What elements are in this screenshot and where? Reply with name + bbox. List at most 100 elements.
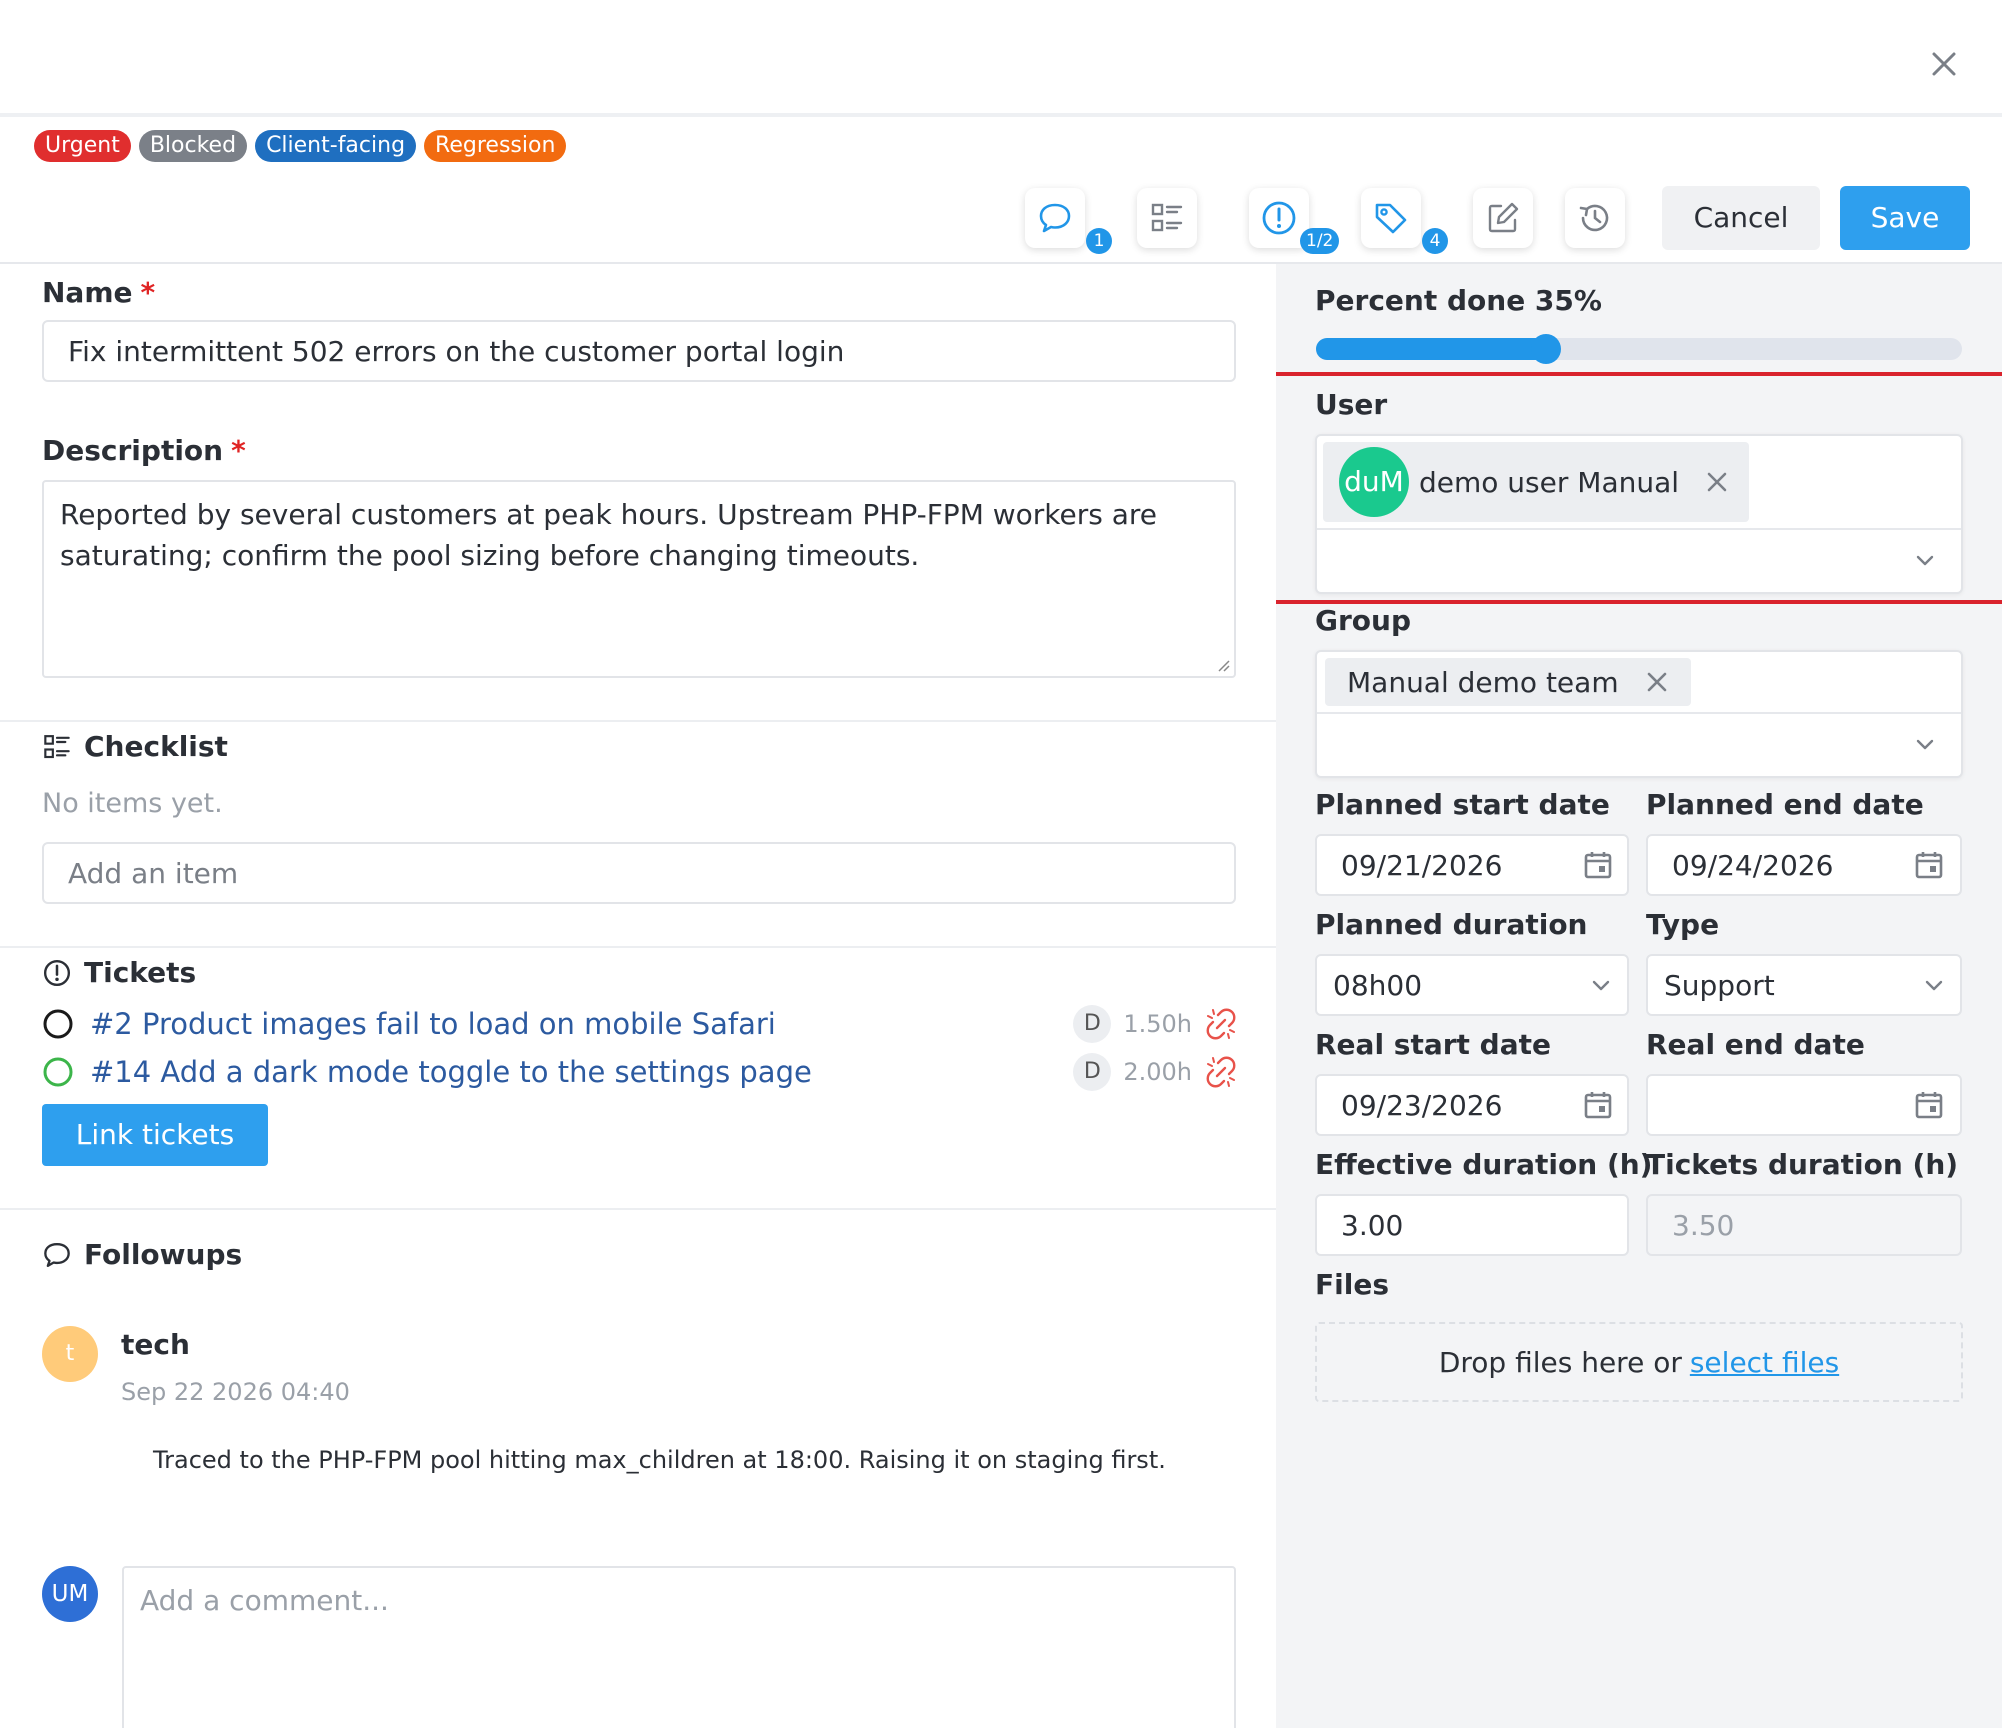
calendar-icon[interactable]: [1581, 1088, 1615, 1122]
tag-regression[interactable]: Regression: [424, 130, 567, 162]
percent-slider-handle[interactable]: [1531, 334, 1561, 364]
tickets-title-text: Tickets: [84, 956, 197, 989]
user-label: User: [1315, 388, 1388, 421]
link-tickets-button[interactable]: Link tickets: [42, 1104, 268, 1166]
checklist-title-text: Checklist: [84, 730, 228, 763]
user-avatar: duM: [1339, 447, 1409, 517]
real-start-label: Real start date: [1315, 1028, 1551, 1061]
ticket-meta: D 1.50h: [1073, 1005, 1238, 1043]
checklist-title: Checklist: [42, 730, 228, 763]
real-start-input[interactable]: 09/23/2026: [1315, 1074, 1629, 1136]
real-end-label: Real end date: [1646, 1028, 1865, 1061]
ticket-row: #2 Product images fail to load on mobile…: [42, 1004, 1238, 1044]
chevron-down-icon[interactable]: [1911, 730, 1939, 758]
tickets-duration-value: 3.50: [1672, 1208, 1735, 1242]
tag-urgent[interactable]: Urgent: [34, 130, 131, 162]
percent-done-label: Percent done 35%: [1315, 284, 1602, 317]
calendar-icon[interactable]: [1912, 1088, 1946, 1122]
planned-end-input[interactable]: 09/24/2026: [1646, 834, 1962, 896]
effective-duration-label: Effective duration (h): [1315, 1148, 1653, 1181]
followups-button[interactable]: [1025, 188, 1085, 248]
planned-end-value: 09/24/2026: [1672, 848, 1834, 882]
current-user-avatar: UM: [42, 1566, 98, 1622]
save-button[interactable]: Save: [1840, 186, 1970, 250]
followup-content: Traced to the PHP-FPM pool hitting max_c…: [153, 1446, 1166, 1474]
group-label: Group: [1315, 604, 1412, 637]
tag-client-facing[interactable]: Client-facing: [255, 130, 417, 162]
side-panel: Percent done 35% User duM demo user Manu…: [1276, 264, 2002, 1728]
cancel-button[interactable]: Cancel: [1662, 186, 1820, 250]
drop-indicator-line: [1276, 372, 2002, 376]
calendar-icon[interactable]: [1912, 848, 1946, 882]
description-textarea[interactable]: Reported by several customers at peak ho…: [42, 480, 1236, 678]
followup-date: Sep 22 2026 04:40: [121, 1378, 350, 1406]
followups-title: Followups: [42, 1238, 242, 1271]
ticket-assignee-avatar: D: [1073, 1053, 1112, 1091]
exclamation-circle-icon: [1262, 201, 1296, 235]
exclamation-circle-icon: [43, 959, 71, 986]
select-divider: [1317, 528, 1961, 530]
group-select[interactable]: Manual demo team: [1315, 650, 1963, 778]
select-files-link[interactable]: select files: [1690, 1346, 1839, 1379]
planned-start-value: 09/21/2026: [1341, 848, 1503, 882]
tag-blocked[interactable]: Blocked: [138, 130, 248, 162]
remove-group-icon[interactable]: [1641, 666, 1673, 698]
name-label: Name *: [42, 276, 155, 309]
tags-button[interactable]: [1361, 188, 1421, 248]
resize-grip-icon[interactable]: [1216, 658, 1230, 672]
name-input[interactable]: Fix intermittent 502 errors on the custo…: [42, 320, 1236, 382]
file-dropzone[interactable]: Drop files here or select files: [1315, 1322, 1963, 1402]
section-divider: [0, 946, 1276, 948]
percent-slider-track[interactable]: [1316, 334, 1962, 364]
effective-duration-input[interactable]: 3.00: [1315, 1194, 1629, 1256]
tag-list: Urgent Blocked Client-facing Regression: [34, 130, 567, 162]
checklist-add-input[interactable]: Add an item: [42, 842, 1236, 904]
remove-user-icon[interactable]: [1701, 466, 1733, 498]
calendar-icon[interactable]: [1581, 848, 1615, 882]
ticket-link[interactable]: #2 Product images fail to load on mobile…: [90, 1007, 776, 1041]
ticket-status-icon: [43, 1009, 73, 1039]
tickets-duration-input: 3.50: [1646, 1194, 1962, 1256]
tickets-duration-label: Tickets duration (h): [1646, 1148, 1959, 1181]
history-button[interactable]: [1565, 188, 1625, 248]
comment-textarea[interactable]: Add a comment...: [122, 1566, 1236, 1728]
tags-count-badge: 4: [1422, 228, 1448, 254]
close-icon[interactable]: [1924, 44, 1964, 84]
group-chip: Manual demo team: [1325, 658, 1691, 706]
planned-start-input[interactable]: 09/21/2026: [1315, 834, 1629, 896]
checklist-icon: [44, 734, 70, 758]
unlink-icon[interactable]: [1204, 1007, 1238, 1041]
ticket-hours: 2.00h: [1123, 1058, 1192, 1086]
user-chip-name: demo user Manual: [1419, 465, 1680, 499]
ticket-row: #14 Add a dark mode toggle to the settin…: [42, 1052, 1238, 1092]
section-divider: [0, 1208, 1276, 1210]
user-select[interactable]: duM demo user Manual: [1315, 434, 1963, 594]
tickets-count-badge: 1/2: [1300, 228, 1340, 254]
edit-button[interactable]: [1473, 188, 1533, 248]
planned-duration-label: Planned duration: [1315, 908, 1588, 941]
percent-slider-fill: [1316, 338, 1548, 360]
planned-duration-select[interactable]: 08h00: [1315, 954, 1629, 1016]
ticket-link[interactable]: #14 Add a dark mode toggle to the settin…: [90, 1055, 812, 1089]
ticket-hours: 1.50h: [1123, 1010, 1192, 1038]
followup-author: tech: [121, 1328, 190, 1361]
description-value: Reported by several customers at peak ho…: [60, 498, 1158, 572]
chevron-down-icon[interactable]: [1911, 546, 1939, 574]
modal-header: [0, 0, 2002, 117]
type-label: Type: [1646, 908, 1720, 941]
planned-start-label: Planned start date: [1315, 788, 1610, 821]
checklist-icon: [1151, 203, 1183, 232]
unlink-icon[interactable]: [1204, 1055, 1238, 1089]
planned-duration-value: 08h00: [1333, 968, 1423, 1002]
type-select[interactable]: Support: [1646, 954, 1962, 1016]
ticket-meta: D 2.00h: [1073, 1053, 1238, 1091]
name-label-text: Name: [42, 276, 133, 309]
effective-duration-value: 3.00: [1341, 1208, 1404, 1242]
checklist-button[interactable]: [1137, 188, 1197, 248]
ticket-assignee-avatar: D: [1073, 1005, 1112, 1043]
main-panel: Name * Fix intermittent 502 errors on the…: [0, 264, 1276, 1728]
history-icon: [1579, 204, 1609, 232]
comment-placeholder: Add a comment...: [140, 1584, 389, 1617]
real-end-input[interactable]: [1646, 1074, 1962, 1136]
tickets-title: Tickets: [42, 956, 196, 989]
